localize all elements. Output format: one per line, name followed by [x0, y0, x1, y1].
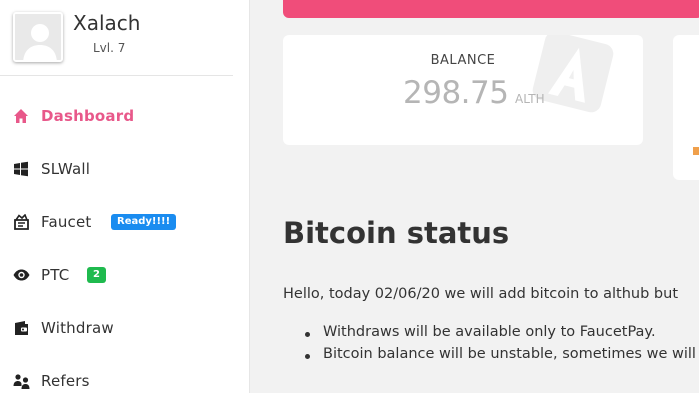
- balance-value: 298.75: [403, 75, 509, 111]
- status-badge: Ready!!!!: [111, 214, 177, 230]
- wallet-icon: [12, 319, 30, 337]
- sidebar-item-ptc[interactable]: PTC 2: [0, 255, 250, 295]
- top-banner: [283, 0, 699, 18]
- home-icon: [12, 107, 30, 125]
- sidebar-item-label: Withdraw: [41, 319, 114, 337]
- windows-icon: [12, 160, 30, 178]
- status-text: Hello, today 02/06/20 we will add bitcoi…: [283, 286, 679, 302]
- users-icon: [12, 372, 30, 390]
- list-item: Bitcoin balance will be unstable, someti…: [303, 346, 696, 368]
- sidebar-item-label: Dashboard: [41, 107, 135, 125]
- section-title: Bitcoin status: [283, 216, 510, 250]
- eye-icon: [12, 266, 30, 284]
- avatar[interactable]: [13, 12, 63, 62]
- sidebar-item-faucet[interactable]: Faucet Ready!!!!: [0, 202, 250, 242]
- sidebar-item-slwall[interactable]: SLWall: [0, 149, 250, 189]
- sidebar-item-label: Refers: [41, 372, 90, 390]
- sidebar-item-withdraw[interactable]: Withdraw: [0, 308, 250, 348]
- side-card: [673, 35, 699, 180]
- divider: [0, 75, 233, 76]
- count-badge: 2: [87, 267, 106, 283]
- sidebar: Xalach Lvl. 7 Dashboard SLWall Faucet Re…: [0, 0, 250, 393]
- username: Xalach: [73, 11, 141, 35]
- sidebar-item-dashboard[interactable]: Dashboard: [0, 96, 250, 136]
- user-level: Lvl. 7: [93, 41, 126, 55]
- sidebar-item-label: PTC: [41, 266, 70, 284]
- sidebar-item-refers[interactable]: Refers: [0, 361, 250, 393]
- user-silhouette-icon: [15, 14, 61, 60]
- balance-card: BALANCE 298.75 ALTH: [283, 35, 643, 145]
- balance-unit: ALTH: [515, 92, 545, 106]
- main-content: BALANCE 298.75 ALTH Bitcoin status Hello…: [258, 0, 699, 393]
- sidebar-item-label: SLWall: [41, 160, 91, 178]
- faucet-icon: [12, 213, 30, 231]
- balance-label: BALANCE: [430, 53, 496, 68]
- user-profile: Xalach Lvl. 7: [0, 0, 250, 76]
- list-item: Withdraws will be available only to Fauc…: [303, 324, 696, 346]
- status-list: Withdraws will be available only to Fauc…: [303, 324, 696, 368]
- side-card-accent: [693, 147, 699, 155]
- sidebar-item-label: Faucet: [41, 213, 92, 231]
